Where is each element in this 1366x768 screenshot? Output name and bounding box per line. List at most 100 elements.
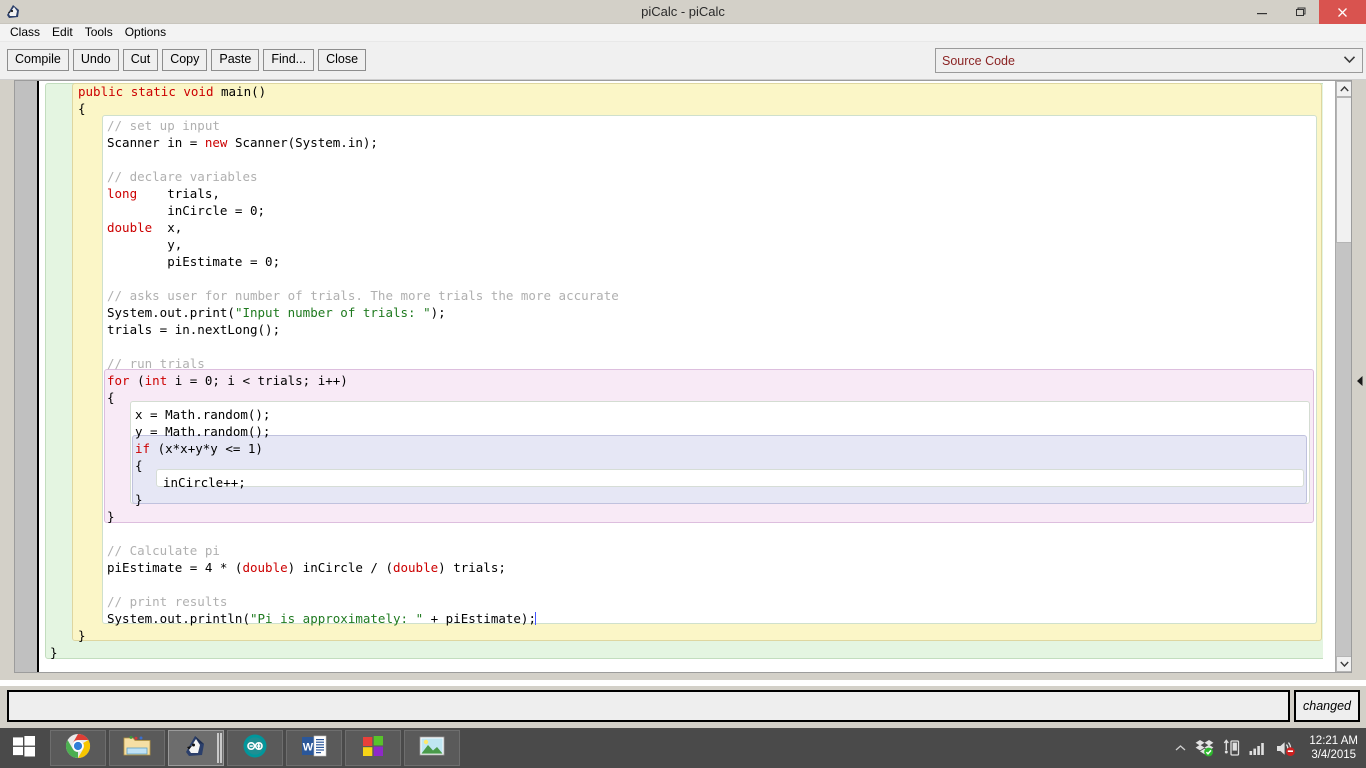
scroll-down-button[interactable] <box>1336 656 1351 672</box>
status-badge: changed <box>1294 690 1360 722</box>
code-line: double x, <box>107 220 183 235</box>
taskbar-clock[interactable]: 12:21 AM 3/4/2015 <box>1309 734 1358 762</box>
code-line: // print results <box>107 594 228 609</box>
code-line: piEstimate = 0; <box>107 254 281 269</box>
view-select[interactable]: Source Code <box>935 48 1363 73</box>
editor-frame: public static void main() { // set up in… <box>14 80 1352 673</box>
chevron-down-icon <box>1343 55 1356 67</box>
close-button[interactable] <box>1319 0 1366 24</box>
scrollbar-thumb[interactable] <box>1336 97 1351 243</box>
code-line: public static void main() <box>78 84 267 99</box>
chrome-icon <box>65 733 91 764</box>
minimize-button[interactable] <box>1243 0 1281 24</box>
undo-button[interactable]: Undo <box>72 49 119 71</box>
clock-time: 12:21 AM <box>1309 735 1358 747</box>
code-line: // asks user for number of trials. The m… <box>107 288 619 303</box>
taskbar-item-file-explorer[interactable] <box>109 730 165 766</box>
compile-button[interactable]: Compile <box>7 49 69 71</box>
toolbar: Compile Undo Cut Copy Paste Find... Clos… <box>0 42 1366 80</box>
clock-date: 3/4/2015 <box>1311 749 1357 761</box>
system-tray: 12:21 AM 3/4/2015 <box>1175 728 1366 768</box>
code-line: Scanner in = new Scanner(System.in); <box>107 135 378 150</box>
code-line: System.out.print("Input number of trials… <box>107 305 446 320</box>
code-line: long trials, <box>107 186 220 201</box>
breakpoint-gutter[interactable] <box>15 81 39 672</box>
code-line: y = Math.random(); <box>135 424 271 439</box>
word-icon: W <box>300 734 328 763</box>
volume-muted-icon[interactable] <box>1276 740 1296 757</box>
arduino-infinity-icon <box>241 733 269 764</box>
taskbar: W 12:21 AM 3/4/2015 <box>0 728 1366 768</box>
windows-logo-icon <box>12 734 36 763</box>
application-window: piCalc - piCalc Class Edit Tools Options <box>0 0 1366 768</box>
code-line: } <box>50 645 58 660</box>
menu-class[interactable]: Class <box>4 24 46 41</box>
code-lines: public static void main() { // set up in… <box>42 81 1323 672</box>
window-title: piCalc - piCalc <box>641 4 725 19</box>
code-area[interactable]: public static void main() { // set up in… <box>42 81 1323 672</box>
code-line: } <box>107 509 115 524</box>
menu-options[interactable]: Options <box>119 24 172 41</box>
code-line: // run trials <box>107 356 205 371</box>
title-bar: piCalc - piCalc <box>0 0 1366 24</box>
copy-button[interactable]: Copy <box>162 49 208 71</box>
code-line: // Calculate pi <box>107 543 220 558</box>
code-line: x = Math.random(); <box>135 407 271 422</box>
splitter-collapse-handle[interactable] <box>1354 372 1366 390</box>
code-line: // declare variables <box>107 169 258 184</box>
scroll-up-button[interactable] <box>1336 81 1351 97</box>
dropbox-sync-icon[interactable] <box>1195 739 1214 757</box>
status-bar: changed <box>0 686 1366 728</box>
taskbar-item-photos[interactable] <box>404 730 460 766</box>
menu-bar: Class Edit Tools Options <box>0 24 1366 42</box>
toolbar-buttons: Compile Undo Cut Copy Paste Find... Clos… <box>7 49 367 71</box>
code-line: System.out.println("Pi is approximately:… <box>107 611 536 626</box>
editor-vertical-scrollbar[interactable] <box>1335 81 1351 672</box>
show-hidden-icons-icon[interactable] <box>1175 744 1186 752</box>
code-line: } <box>135 492 143 507</box>
close-editor-button[interactable]: Close <box>318 49 367 71</box>
taskbar-items: W <box>50 730 460 766</box>
paste-button[interactable]: Paste <box>211 49 260 71</box>
code-line: for (int i = 0; i < trials; i++) <box>107 373 348 388</box>
code-line: { <box>135 458 143 473</box>
code-line: inCircle++; <box>163 475 246 490</box>
start-button[interactable] <box>0 728 48 768</box>
window-controls <box>1243 0 1366 24</box>
cut-button[interactable]: Cut <box>122 49 159 71</box>
taskbar-item-word[interactable]: W <box>286 730 342 766</box>
code-line: trials = in.nextLong(); <box>107 322 281 337</box>
folder-icon <box>123 734 151 763</box>
windows-tiles-icon <box>360 734 386 763</box>
network-signal-icon[interactable] <box>1249 741 1267 756</box>
editor-region: public static void main() { // set up in… <box>0 80 1366 680</box>
find-button[interactable]: Find... <box>263 49 315 71</box>
photo-icon <box>418 734 446 763</box>
code-line: } <box>78 628 86 643</box>
menu-edit[interactable]: Edit <box>46 24 79 41</box>
svg-text:W: W <box>303 741 314 753</box>
window-stack-indicator <box>217 733 222 763</box>
usb-device-icon[interactable] <box>1223 739 1240 757</box>
status-message <box>7 690 1290 722</box>
menu-tools[interactable]: Tools <box>79 24 119 41</box>
bluej-penguin-icon <box>182 733 210 764</box>
taskbar-item-arduino[interactable] <box>227 730 283 766</box>
maximize-button[interactable] <box>1281 0 1319 24</box>
view-select-value: Source Code <box>942 53 1015 68</box>
code-line: { <box>78 101 86 116</box>
code-line: { <box>107 390 115 405</box>
taskbar-item-windows-app[interactable] <box>345 730 401 766</box>
code-line: piEstimate = 4 * (double) inCircle / (do… <box>107 560 506 575</box>
taskbar-item-bluej[interactable] <box>168 730 224 766</box>
taskbar-item-chrome[interactable] <box>50 730 106 766</box>
code-line: // set up input <box>107 118 220 133</box>
code-line: if (x*x+y*y <= 1) <box>135 441 263 456</box>
code-line: y, <box>107 237 183 252</box>
code-line: inCircle = 0; <box>107 203 266 218</box>
